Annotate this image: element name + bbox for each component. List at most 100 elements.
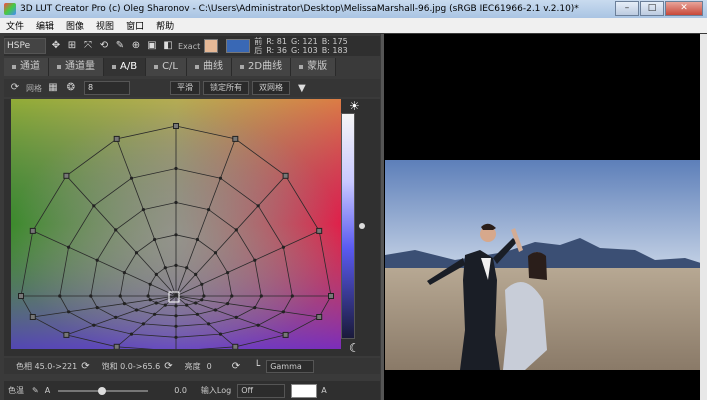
menu-image[interactable]: 图像: [60, 19, 90, 32]
menu-file[interactable]: 文件: [0, 19, 30, 32]
mesh-node[interactable]: [122, 271, 126, 275]
smooth-button[interactable]: 平滑: [170, 81, 200, 95]
mesh-node[interactable]: [58, 294, 62, 298]
mesh-node[interactable]: [174, 233, 178, 237]
mesh-node[interactable]: [213, 251, 218, 255]
mesh-node[interactable]: [154, 272, 158, 276]
mesh-node[interactable]: [129, 176, 134, 180]
mesh-node[interactable]: [174, 314, 178, 318]
mesh-node[interactable]: [153, 237, 157, 242]
mesh-node[interactable]: [253, 258, 257, 262]
brightness-reset-icon[interactable]: ⟳: [232, 361, 240, 372]
mesh-node[interactable]: [113, 343, 120, 349]
mesh-node[interactable]: [232, 135, 239, 142]
mesh-node[interactable]: [195, 237, 199, 242]
mesh-node[interactable]: [92, 204, 96, 208]
mesh-node[interactable]: [185, 303, 189, 307]
mesh-node[interactable]: [194, 272, 198, 276]
mesh-node[interactable]: [207, 208, 211, 212]
preview-scrollbar[interactable]: [700, 34, 707, 400]
saturation-reset-icon[interactable]: ⟳: [164, 361, 172, 372]
luminance-bar[interactable]: [341, 113, 355, 339]
menu-window[interactable]: 窗口: [120, 19, 150, 32]
mesh-node[interactable]: [174, 263, 178, 267]
mesh-node[interactable]: [226, 302, 230, 306]
mesh-node[interactable]: [282, 331, 289, 338]
grid-move-icon[interactable]: ⊞: [66, 40, 78, 52]
mesh-node[interactable]: [153, 312, 157, 316]
mesh-node[interactable]: [256, 323, 260, 327]
gamma-select[interactable]: Gamma: [266, 359, 315, 373]
mesh-node[interactable]: [234, 228, 238, 232]
menu-edit[interactable]: 编辑: [30, 19, 60, 32]
mesh-node[interactable]: [67, 310, 71, 314]
mesh-node[interactable]: [281, 245, 285, 249]
mesh-node[interactable]: [200, 282, 204, 286]
temperature-slider[interactable]: [58, 386, 149, 395]
mesh-node[interactable]: [174, 324, 178, 328]
mesh-node[interactable]: [118, 294, 122, 298]
mesh-node[interactable]: [226, 271, 230, 275]
color-mode-select[interactable]: HSPe: [4, 38, 46, 54]
mesh-node[interactable]: [328, 293, 334, 299]
image-preview[interactable]: [384, 34, 707, 400]
target-swatch[interactable]: [226, 39, 251, 53]
hue-reset-icon[interactable]: ⟳: [81, 361, 89, 372]
eyedropper-small-icon[interactable]: ✎: [32, 386, 39, 395]
radial-grid-icon[interactable]: ❂: [64, 81, 78, 95]
mesh-node[interactable]: [218, 176, 223, 180]
tab-ab[interactable]: A/B: [104, 58, 147, 76]
mesh-node[interactable]: [200, 298, 204, 302]
grid-size-select[interactable]: 8: [84, 81, 130, 95]
scale-icon[interactable]: ⤧: [82, 40, 94, 52]
minimize-button[interactable]: –: [615, 1, 639, 16]
tab-mask[interactable]: 蒙版: [291, 58, 337, 76]
lock-all-button[interactable]: 锁定所有: [203, 81, 249, 95]
mesh-node[interactable]: [148, 282, 152, 286]
mesh-node[interactable]: [195, 312, 199, 316]
mesh-node[interactable]: [114, 315, 118, 319]
mesh-node[interactable]: [141, 322, 145, 326]
tab-cl[interactable]: C/L: [146, 58, 188, 76]
compare-icon[interactable]: ◧: [162, 40, 174, 52]
mesh-node[interactable]: [134, 308, 139, 312]
luminance-handle[interactable]: [359, 223, 365, 229]
mesh-node[interactable]: [173, 123, 179, 129]
mesh-node[interactable]: [230, 294, 234, 298]
zoom-icon[interactable]: ⊕: [130, 40, 142, 52]
mesh-node[interactable]: [185, 266, 189, 270]
grid-type-icon[interactable]: ▦: [46, 81, 60, 95]
mesh-node[interactable]: [95, 258, 99, 262]
mesh-node[interactable]: [134, 251, 139, 255]
mesh-node[interactable]: [174, 335, 178, 339]
mesh-node[interactable]: [92, 323, 96, 327]
mesh-node[interactable]: [202, 294, 206, 298]
rotate-icon[interactable]: ⟲: [98, 40, 110, 52]
mesh-node[interactable]: [146, 294, 150, 298]
mesh-node[interactable]: [122, 302, 126, 306]
mesh-node[interactable]: [256, 204, 260, 208]
mesh-node[interactable]: [281, 310, 285, 314]
mesh-node[interactable]: [163, 266, 167, 270]
skin-swatch[interactable]: [204, 39, 219, 53]
mesh-node[interactable]: [67, 245, 71, 249]
menu-view[interactable]: 视图: [90, 19, 120, 32]
mesh-node[interactable]: [141, 208, 145, 212]
mesh-node[interactable]: [148, 298, 152, 302]
mesh-node[interactable]: [253, 306, 257, 310]
mesh-node[interactable]: [89, 294, 93, 298]
mesh-node[interactable]: [174, 304, 178, 308]
mesh-node[interactable]: [234, 315, 238, 319]
mesh-node[interactable]: [316, 227, 323, 234]
mesh-node[interactable]: [207, 322, 211, 326]
move-icon[interactable]: ✥: [50, 40, 62, 52]
mesh-node[interactable]: [163, 303, 167, 307]
exact-label[interactable]: Exact: [178, 42, 200, 51]
eyedropper-icon[interactable]: ✎: [114, 40, 126, 52]
tab-channels[interactable]: 通道: [4, 58, 49, 76]
tab-curves[interactable]: 曲线: [187, 58, 233, 76]
dropdown-arrow-icon[interactable]: ▼: [298, 83, 306, 94]
menu-help[interactable]: 帮助: [150, 19, 180, 32]
double-grid-button[interactable]: 双网格: [252, 81, 290, 95]
mesh-node[interactable]: [113, 135, 120, 142]
